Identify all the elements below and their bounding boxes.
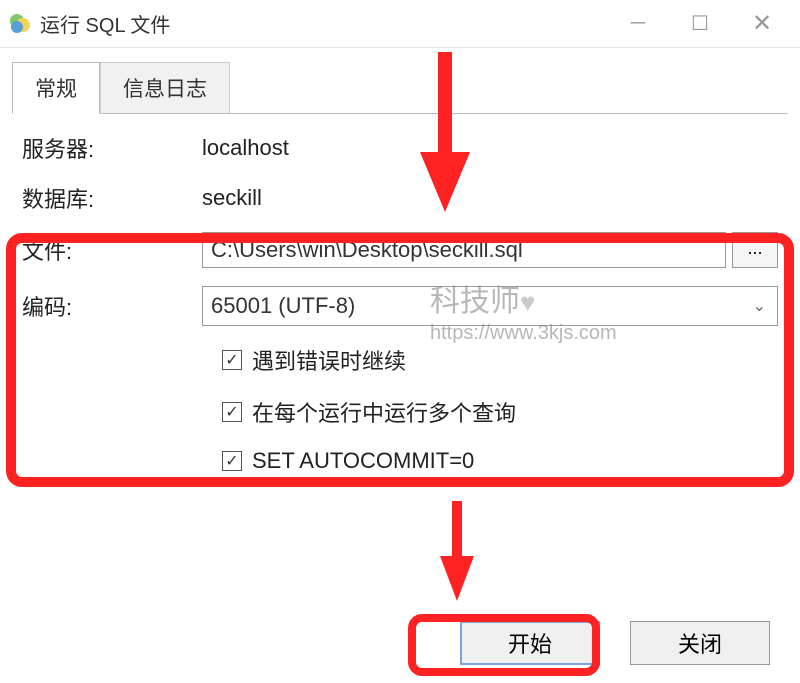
tab-log[interactable]: 信息日志 [100,62,230,114]
minimize-button[interactable]: ─ [628,14,648,34]
row-database: 数据库: seckill [22,182,778,214]
app-icon [8,12,32,36]
form-area: 服务器: localhost 数据库: seckill 文件: ... 编码: … [0,114,800,512]
checkbox-continue-on-error[interactable] [222,350,242,370]
row-continue-on-error: 遇到错误时继续 [222,344,778,376]
tab-bar: 常规 信息日志 [0,54,800,114]
checkbox-multi-query[interactable] [222,402,242,422]
value-database: seckill [202,185,778,211]
tab-general[interactable]: 常规 [12,62,100,114]
footer: 开始 关闭 [0,603,800,683]
window-controls: ─ ☐ ✕ [628,14,772,34]
title-bar: 运行 SQL 文件 ─ ☐ ✕ [0,0,800,48]
label-encoding: 编码: [22,290,202,322]
encoding-select[interactable]: 65001 (UTF-8) [202,286,778,326]
row-multi-query: 在每个运行中运行多个查询 [222,396,778,428]
checkbox-autocommit[interactable] [222,451,242,471]
start-button[interactable]: 开始 [460,621,600,665]
close-button[interactable]: 关闭 [630,621,770,665]
row-file: 文件: ... [22,232,778,268]
row-autocommit: SET AUTOCOMMIT=0 [222,448,778,474]
label-continue-on-error: 遇到错误时继续 [252,344,406,376]
row-server: 服务器: localhost [22,132,778,164]
maximize-button[interactable]: ☐ [690,14,710,34]
browse-button[interactable]: ... [732,232,778,268]
label-multi-query: 在每个运行中运行多个查询 [252,396,516,428]
annotation-arrow-mid [440,501,474,601]
close-window-button[interactable]: ✕ [752,14,772,34]
label-autocommit: SET AUTOCOMMIT=0 [252,448,474,474]
value-server: localhost [202,135,778,161]
label-server: 服务器: [22,132,202,164]
window-title: 运行 SQL 文件 [40,9,628,38]
label-database: 数据库: [22,182,202,214]
file-path-input[interactable] [202,232,726,268]
label-file: 文件: [22,234,202,266]
row-encoding: 编码: 65001 (UTF-8) ⌄ [22,286,778,326]
